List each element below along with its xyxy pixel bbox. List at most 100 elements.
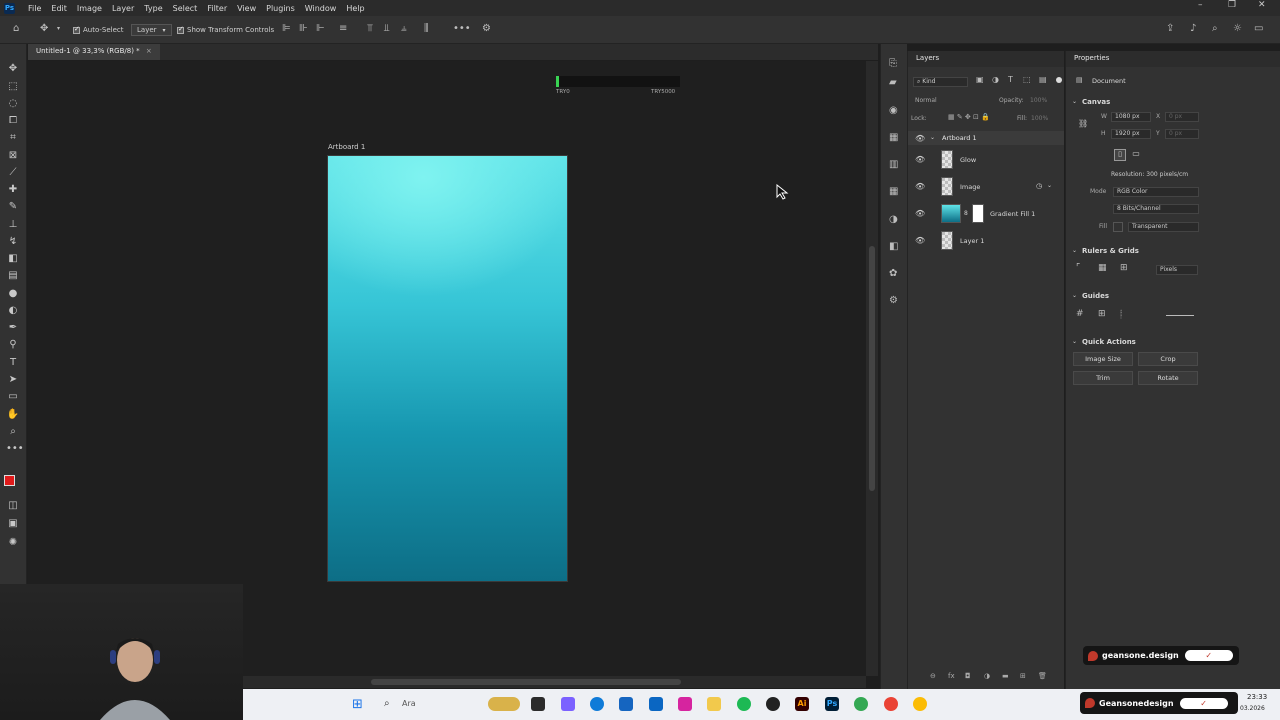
lasso-tool-icon[interactable]: ◌ — [6, 97, 20, 111]
chrome-profile-icon[interactable] — [884, 697, 898, 711]
windows-start-icon[interactable]: ⊞ — [352, 697, 363, 712]
landscape-icon[interactable]: ▭ — [1130, 149, 1142, 161]
vertical-scroll-thumb[interactable] — [869, 246, 875, 491]
edge-icon[interactable] — [590, 697, 604, 711]
layer-row[interactable]: 👁 Layer 1 — [908, 228, 1064, 254]
taskbar-date[interactable]: 03.2026 — [1240, 705, 1265, 712]
menu-layer[interactable]: Layer — [107, 4, 139, 13]
new-group-icon[interactable]: ▬ — [1002, 672, 1009, 680]
x-field[interactable]: 0 px — [1165, 112, 1199, 122]
mode-dropdown[interactable]: RGB Color — [1113, 187, 1199, 197]
lock-transparent-icon[interactable]: ▦ ✎ ✥ ⊡ 🔒 — [948, 113, 990, 121]
height-field[interactable]: 1920 px — [1111, 129, 1151, 139]
sun-icon[interactable]: ☼ — [1233, 24, 1242, 34]
fill-dropdown[interactable]: Transparent — [1128, 222, 1199, 232]
pen-path-icon[interactable]: ⚲ — [6, 338, 20, 352]
zoom-tool-icon[interactable]: ⌕ — [6, 425, 20, 439]
minimize-icon[interactable]: – — [1198, 0, 1203, 10]
healing-brush-icon[interactable]: ✚ — [6, 183, 20, 197]
artboard[interactable] — [327, 155, 568, 582]
guide-line-style[interactable] — [1166, 315, 1194, 316]
artboard-group-row[interactable]: 👁 ⌄ Artboard 1 — [908, 131, 1064, 145]
menu-plugins[interactable]: Plugins — [261, 4, 300, 13]
frame-tool-icon[interactable]: ⊠ — [6, 149, 20, 163]
chrome-icon[interactable] — [854, 697, 868, 711]
show-transform-controls-checkbox[interactable]: Show Transform Controls — [177, 25, 274, 34]
align-middle-icon[interactable]: ⫫ — [384, 24, 390, 34]
auto-select-checkbox[interactable]: Auto-Select — [73, 25, 124, 34]
filter-shape-icon[interactable]: ⬚ — [1023, 76, 1031, 84]
align-bottom-icon[interactable]: ⫨ — [401, 24, 407, 34]
gear-icon[interactable]: ⚙ — [482, 24, 491, 34]
filter-adjustment-icon[interactable]: ◑ — [992, 76, 999, 84]
adjustment-layer-icon[interactable]: ◑ — [984, 672, 990, 680]
eye-icon[interactable]: 👁 — [915, 209, 925, 218]
marquee-tool-icon[interactable]: ⬚ — [6, 80, 20, 94]
blend-mode-dropdown[interactable]: Normal — [915, 97, 937, 104]
widgets-icon[interactable] — [488, 697, 520, 711]
portrait-icon[interactable]: ▯ — [1114, 149, 1126, 161]
properties-panel-title[interactable]: Properties — [1066, 51, 1280, 67]
chevron-down-icon[interactable]: ⌄ — [1072, 98, 1077, 105]
align-right-icon[interactable]: ⊩ — [316, 24, 325, 34]
blur-tool-icon[interactable]: ● — [6, 287, 20, 301]
menu-file[interactable]: File — [23, 4, 46, 13]
stamp-tool-icon[interactable]: ⊥ — [6, 218, 20, 232]
horizontal-scroll-thumb[interactable] — [371, 679, 681, 685]
trash-icon[interactable]: 🗑 — [1038, 672, 1047, 680]
chevron-down-icon[interactable]: ⌄ — [1047, 182, 1052, 189]
libraries-panel-icon[interactable]: ▦ — [889, 133, 898, 143]
auto-select-target-dropdown[interactable]: Layer ▾ — [131, 24, 172, 36]
link-icon[interactable]: ⛓ — [1078, 119, 1088, 128]
horizontal-scrollbar[interactable] — [243, 676, 866, 688]
trim-button[interactable]: Trim — [1073, 371, 1133, 385]
fill-value[interactable]: 100% — [1031, 115, 1048, 122]
davinci-icon[interactable] — [766, 697, 780, 711]
brush-tool-icon[interactable]: ✎ — [6, 200, 20, 214]
adjustments-panel-icon[interactable]: ◑ — [889, 215, 898, 225]
image-size-button[interactable]: Image Size — [1073, 352, 1133, 366]
gradient-tool-icon[interactable]: ▤ — [6, 269, 20, 283]
pen-tool-icon[interactable]: ✒ — [6, 321, 20, 335]
guide-layout-icon[interactable]: ⊞ — [1098, 310, 1106, 319]
opacity-value[interactable]: 100% — [1030, 97, 1047, 104]
menu-filter[interactable]: Filter — [202, 4, 232, 13]
eyedropper-tool-icon[interactable]: ⟋ — [6, 166, 20, 180]
fill-swatch[interactable] — [1113, 222, 1123, 232]
distribute-vertical-icon[interactable]: ⫼ — [424, 24, 429, 34]
crop-tool-icon[interactable]: ⌗ — [6, 131, 20, 145]
copilot-icon[interactable] — [561, 697, 575, 711]
y-field[interactable]: 0 px — [1165, 129, 1199, 139]
chevron-down-icon[interactable]: ▾ — [57, 26, 60, 32]
comments-panel-icon[interactable]: ▰ — [889, 78, 897, 88]
filter-toggle-icon[interactable] — [1056, 77, 1062, 83]
menu-help[interactable]: Help — [341, 4, 369, 13]
pixel-grid-icon[interactable]: ⊞ — [1120, 264, 1128, 273]
taskview-icon[interactable] — [531, 697, 545, 711]
close-window-icon[interactable]: ✕ — [1258, 0, 1266, 10]
eraser-tool-icon[interactable]: ◧ — [6, 252, 20, 266]
menu-view[interactable]: View — [232, 4, 261, 13]
add-mask-icon[interactable]: ◘ — [965, 672, 971, 680]
smart-filter-icon[interactable]: ◷ — [1036, 182, 1042, 190]
history-brush-icon[interactable]: ↯ — [6, 235, 20, 249]
instagram-icon[interactable] — [678, 697, 692, 711]
filter-pixel-icon[interactable]: ▣ — [976, 76, 984, 84]
link-layers-icon[interactable]: ⊖ — [930, 672, 936, 680]
chevron-down-icon[interactable]: ⌄ — [1072, 338, 1077, 345]
object-select-tool-icon[interactable]: ⧠ — [6, 114, 20, 128]
document-tab[interactable]: Untitled-1 @ 33,3% (RGB/8) * × — [28, 44, 160, 60]
actions-panel-icon[interactable]: ⚙ — [889, 296, 898, 306]
smart-guides-icon[interactable]: ⫶ — [1120, 310, 1123, 319]
layers-panel-title[interactable]: Layers — [908, 51, 1064, 67]
chevron-down-icon[interactable]: ⌄ — [1072, 247, 1077, 254]
width-field[interactable]: 1080 px — [1111, 112, 1151, 122]
channels-panel-icon[interactable]: ◧ — [889, 242, 898, 252]
generative-icon[interactable]: ✺ — [6, 536, 20, 550]
align-center-icon[interactable]: ⊪ — [299, 24, 308, 34]
bit-depth-dropdown[interactable]: 8 Bits/Channel — [1113, 204, 1199, 214]
swatches-panel-icon[interactable]: ▦ — [889, 187, 898, 197]
photoshop-taskbar-icon[interactable]: Ps — [825, 697, 839, 711]
guides-section-title[interactable]: Guides — [1082, 292, 1109, 300]
search-icon[interactable]: ⌕ — [384, 698, 390, 709]
